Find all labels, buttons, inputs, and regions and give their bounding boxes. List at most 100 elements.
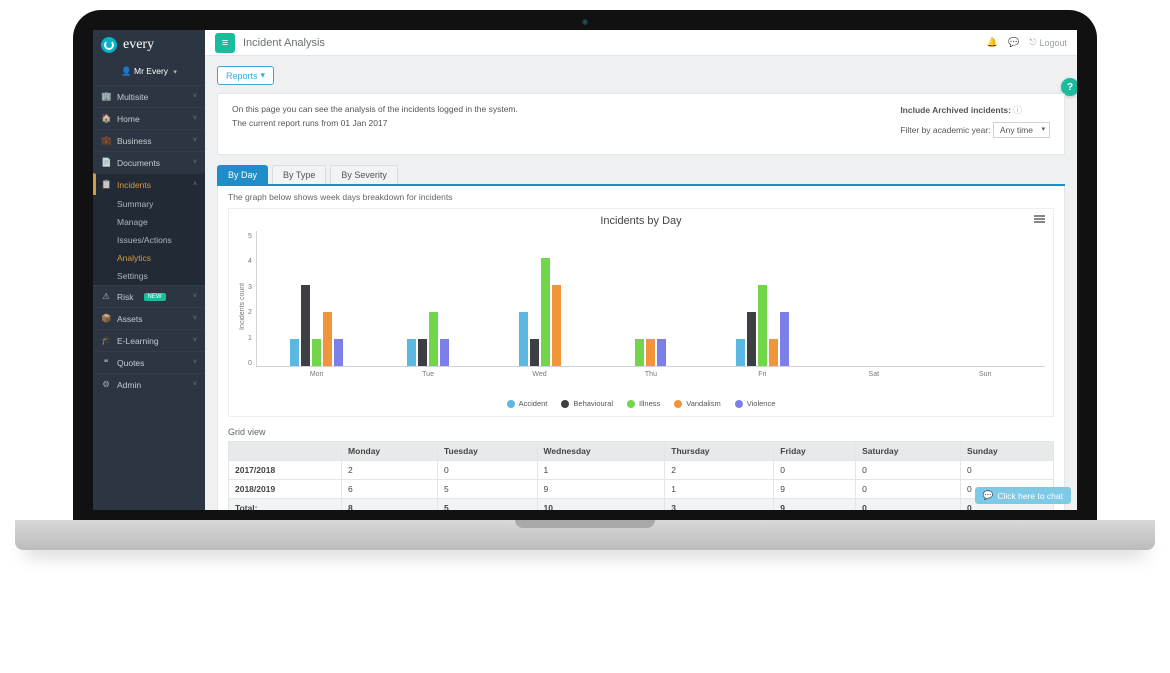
- sidebar-item-incidents[interactable]: 📋Incidents˄: [93, 173, 205, 195]
- bar-vandalism[interactable]: [646, 339, 655, 366]
- bar-illness[interactable]: [541, 258, 550, 366]
- sidebar-subitem-settings[interactable]: Settings: [93, 267, 205, 285]
- sidebar-subitem-issues-actions[interactable]: Issues/Actions: [93, 231, 205, 249]
- bar-vandalism[interactable]: [769, 339, 778, 366]
- nav-label: Business: [117, 136, 152, 146]
- row-header: 2018/2019: [229, 480, 342, 499]
- legend-label: Vandalism: [686, 399, 720, 408]
- logout-icon: ⎋: [1029, 37, 1036, 48]
- info-line-1: On this page you can see the analysis of…: [232, 104, 518, 114]
- bar-accident[interactable]: [290, 339, 299, 366]
- bar-group-mon: Mon: [261, 231, 372, 366]
- x-tick: Mon: [310, 371, 324, 378]
- chevron-down-icon: ˅: [193, 115, 197, 122]
- nav-label: Home: [117, 114, 140, 124]
- bar-behavioural[interactable]: [530, 339, 539, 366]
- grid-table: MondayTuesdayWednesdayThursdayFridaySatu…: [228, 441, 1054, 510]
- sidebar-item-e-learning[interactable]: 🎓E-Learning˅: [93, 329, 205, 351]
- info-icon[interactable]: ⓘ: [1013, 105, 1022, 115]
- sidebar-subitem-summary[interactable]: Summary: [93, 195, 205, 213]
- legend-item-behavioural[interactable]: Behavioural: [561, 399, 613, 408]
- grid-cell: 0: [856, 499, 961, 511]
- bar-violence[interactable]: [657, 339, 666, 366]
- sidebar-item-risk[interactable]: ⚠RiskNEW˅: [93, 285, 205, 307]
- sidebar-item-documents[interactable]: 📄Documents˅: [93, 151, 205, 173]
- bar-vandalism[interactable]: [552, 285, 561, 366]
- grid-header: Wednesday: [537, 442, 665, 461]
- grid-cell: 8: [342, 499, 438, 511]
- bar-behavioural[interactable]: [747, 312, 756, 366]
- bar-violence[interactable]: [780, 312, 789, 366]
- filter-year-select[interactable]: Any time: [993, 122, 1050, 138]
- grid-cell: 1: [665, 480, 774, 499]
- sidebar-item-assets[interactable]: 📦Assets˅: [93, 307, 205, 329]
- legend-item-violence[interactable]: Violence: [735, 399, 776, 408]
- sidebar-item-quotes[interactable]: ❝ Quotes ˅: [93, 351, 205, 373]
- chevron-down-icon: ˅: [193, 337, 197, 344]
- grid-header: Tuesday: [437, 442, 537, 461]
- grid-header: Thursday: [665, 442, 774, 461]
- hamburger-menu-button[interactable]: ≡: [215, 33, 235, 53]
- bar-behavioural[interactable]: [418, 339, 427, 366]
- user-icon: 👤: [121, 66, 132, 76]
- bar-vandalism[interactable]: [323, 312, 332, 366]
- logout-link[interactable]: ⎋ Logout: [1029, 37, 1067, 48]
- caret-down-icon: ▾: [261, 70, 266, 81]
- chart-menu-icon[interactable]: [1034, 215, 1045, 223]
- bar-violence[interactable]: [334, 339, 343, 366]
- nav-label: Quotes: [117, 358, 144, 368]
- sidebar-item-admin[interactable]: ⚙Admin˅: [93, 373, 205, 395]
- user-menu[interactable]: 👤 Mr Every ▾: [93, 60, 205, 85]
- chevron-down-icon: ˅: [193, 381, 197, 388]
- bar-accident[interactable]: [519, 312, 528, 366]
- chevron-down-icon: ˅: [193, 359, 197, 366]
- user-display: Mr Every: [134, 66, 168, 76]
- legend-item-vandalism[interactable]: Vandalism: [674, 399, 720, 408]
- sidebar-item-multisite[interactable]: 🏢Multisite˅: [93, 85, 205, 107]
- brand-mark-icon: [101, 37, 117, 53]
- table-row: Total:85103900: [229, 499, 1054, 511]
- live-chat-button[interactable]: 💬 Click here to chat: [975, 487, 1071, 504]
- bar-group-fri: Fri: [707, 231, 818, 366]
- bar-behavioural[interactable]: [301, 285, 310, 366]
- sidebar-subitem-analytics[interactable]: Analytics: [93, 249, 205, 267]
- tab-by-day[interactable]: By Day: [217, 165, 268, 184]
- laptop-base: [15, 520, 1155, 550]
- grid-cell: 6: [342, 480, 438, 499]
- bar-illness[interactable]: [635, 339, 644, 366]
- x-tick: Fri: [758, 371, 766, 378]
- legend-swatch: [735, 400, 743, 408]
- legend-item-illness[interactable]: Illness: [627, 399, 660, 408]
- chart-title: Incidents by Day: [237, 215, 1045, 227]
- bar-illness[interactable]: [429, 312, 438, 366]
- y-tick: 0: [248, 360, 252, 367]
- grid-title: Grid view: [228, 427, 1054, 437]
- reports-label: Reports: [226, 71, 258, 81]
- tab-by-severity[interactable]: By Severity: [330, 165, 398, 184]
- nav-icon: 🏠: [101, 113, 111, 124]
- bar-violence[interactable]: [440, 339, 449, 366]
- sidebar-item-home[interactable]: 🏠 Home ˅: [93, 107, 205, 129]
- sidebar: every 👤 Mr Every ▾ 🏢Multisite˅ 🏠 Home ˅ 💼Bus…: [93, 30, 205, 510]
- reports-dropdown[interactable]: Reports ▾: [217, 66, 274, 85]
- legend-item-accident[interactable]: Accident: [507, 399, 548, 408]
- bar-illness[interactable]: [758, 285, 767, 366]
- y-tick: 4: [248, 258, 252, 265]
- info-line-2: The current report runs from 01 Jan 2017: [232, 118, 518, 128]
- nav-icon: ❝: [101, 357, 111, 368]
- brand-name: every: [123, 37, 154, 53]
- chat-icon[interactable]: 💬: [1008, 37, 1019, 48]
- grid-cell: 2: [665, 461, 774, 480]
- grid-cell: 0: [961, 461, 1054, 480]
- sidebar-item-business[interactable]: 💼Business˅: [93, 129, 205, 151]
- bar-accident[interactable]: [407, 339, 416, 366]
- tab-by-type[interactable]: By Type: [272, 165, 326, 184]
- nav-icon: 📦: [101, 313, 111, 324]
- logout-label: Logout: [1039, 38, 1067, 48]
- bell-icon[interactable]: 🔔: [987, 37, 998, 48]
- nav-label: Documents: [117, 158, 160, 168]
- sidebar-subitem-manage[interactable]: Manage: [93, 213, 205, 231]
- bar-accident[interactable]: [736, 339, 745, 366]
- legend-swatch: [561, 400, 569, 408]
- bar-illness[interactable]: [312, 339, 321, 366]
